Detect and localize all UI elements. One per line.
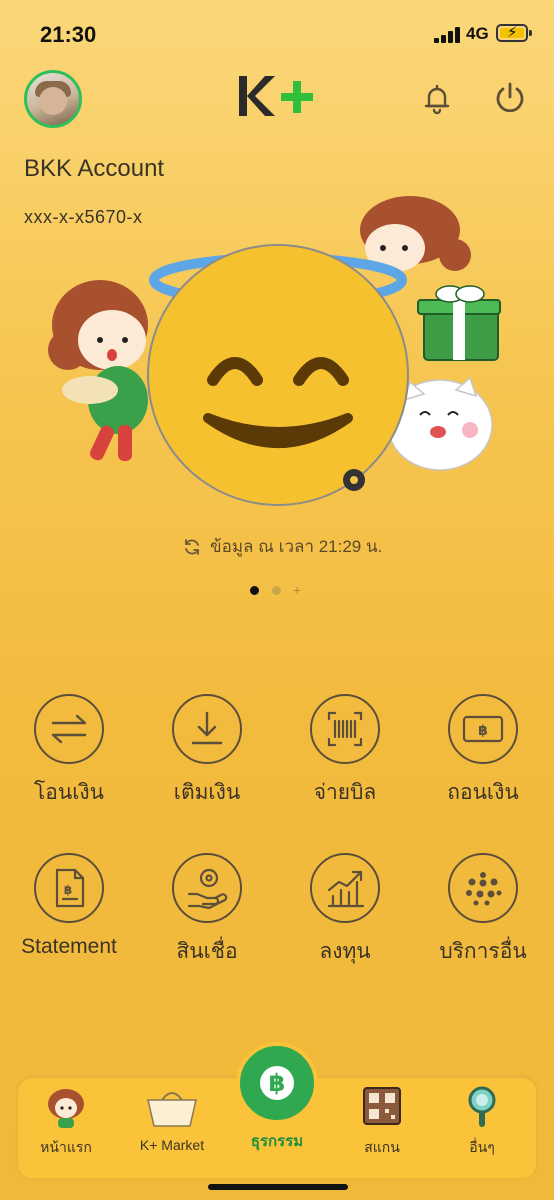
- tab-home[interactable]: หน้าแรก: [16, 1082, 116, 1159]
- tab-scan-label: สแกน: [364, 1139, 400, 1155]
- profile-avatar[interactable]: [24, 70, 82, 128]
- kplus-logo: [239, 76, 313, 116]
- carousel-add-icon[interactable]: +: [293, 582, 301, 598]
- statement-icon: ฿: [55, 868, 85, 908]
- cellular-signal-icon: [434, 27, 460, 43]
- svg-text:฿: ฿: [478, 723, 488, 739]
- transfer-icon: [51, 714, 87, 744]
- menu-withdraw-label: ถอนเงิน: [447, 781, 519, 804]
- gear-icon: [343, 469, 365, 491]
- loan-icon: [187, 868, 228, 910]
- magnifier-icon: [468, 1086, 496, 1127]
- last-updated[interactable]: ข้อมูล ณ เวลา 21:29 น.: [182, 533, 382, 560]
- hero-illustration: [48, 196, 501, 506]
- status-time: 21:30: [40, 22, 97, 47]
- smiling-face-with-halo-icon: [147, 244, 409, 506]
- more-services-icon: [466, 872, 502, 906]
- cartoon-girl-left-icon: [48, 280, 148, 461]
- tab-market[interactable]: K+ Market: [122, 1082, 222, 1153]
- tab-market-label: K+ Market: [139, 1137, 205, 1153]
- barcode-icon: [327, 711, 363, 747]
- basket-icon: [147, 1092, 197, 1127]
- tab-scan[interactable]: สแกน: [332, 1082, 432, 1159]
- tab-more[interactable]: อื่นๆ: [432, 1082, 532, 1159]
- topup-icon: [191, 711, 223, 745]
- carousel-dot-active[interactable]: [250, 586, 259, 595]
- menu-statement-label: Statement: [21, 935, 117, 958]
- tab-transactions-button[interactable]: ฿: [236, 1042, 318, 1124]
- qr-scan-icon: [363, 1087, 401, 1125]
- menu-withdraw[interactable]: ฿ ถอนเงิน: [414, 694, 552, 809]
- tab-more-label: อื่นๆ: [469, 1139, 495, 1155]
- network-type: 4G: [466, 24, 489, 43]
- menu-statement[interactable]: ฿ Statement: [0, 853, 138, 959]
- invest-icon: [327, 870, 365, 908]
- home-indicator: [208, 1184, 348, 1190]
- gift-box-icon: [417, 285, 501, 361]
- menu-more-services-label: บริการอื่น: [439, 940, 527, 963]
- menu-invest[interactable]: ลงทุน: [276, 853, 414, 968]
- withdraw-icon: ฿: [462, 715, 504, 743]
- last-updated-text: ข้อมูล ณ เวลา 21:29 น.: [210, 537, 383, 556]
- menu-invest-label: ลงทุน: [319, 940, 371, 963]
- power-icon[interactable]: [492, 80, 528, 116]
- menu-transfer-label: โอนเงิน: [33, 781, 105, 804]
- carousel-dot[interactable]: [272, 586, 281, 595]
- baht-icon: ฿: [260, 1066, 294, 1100]
- carousel-indicator[interactable]: +: [248, 582, 308, 598]
- menu-more-services[interactable]: บริการอื่น: [414, 853, 552, 968]
- account-name: BKK Account: [24, 155, 165, 182]
- cartoon-girl-right-icon: [360, 196, 471, 272]
- status-bar: 21:30 4G ⚡: [0, 0, 554, 60]
- battery-icon: ⚡: [496, 24, 532, 42]
- refresh-icon[interactable]: [182, 537, 202, 557]
- menu-loan-label: สินเชื่อ: [176, 940, 238, 963]
- tab-transactions-label: ธุรกรรม: [250, 1133, 304, 1150]
- svg-text:฿: ฿: [64, 883, 72, 897]
- svg-text:฿: ฿: [269, 1069, 286, 1097]
- menu-transfer[interactable]: โอนเงิน: [0, 694, 138, 809]
- menu-topup-label: เติมเงิน: [173, 781, 241, 804]
- menu-topup[interactable]: เติมเงิน: [138, 694, 276, 809]
- menu-paybill-label: จ่ายบิล: [313, 781, 377, 804]
- home-character-icon: [48, 1089, 84, 1128]
- tab-home-label: หน้าแรก: [40, 1139, 92, 1155]
- menu-paybill[interactable]: จ่ายบิล: [276, 694, 414, 809]
- bell-icon[interactable]: [420, 82, 454, 116]
- menu-loan[interactable]: สินเชื่อ: [138, 853, 276, 968]
